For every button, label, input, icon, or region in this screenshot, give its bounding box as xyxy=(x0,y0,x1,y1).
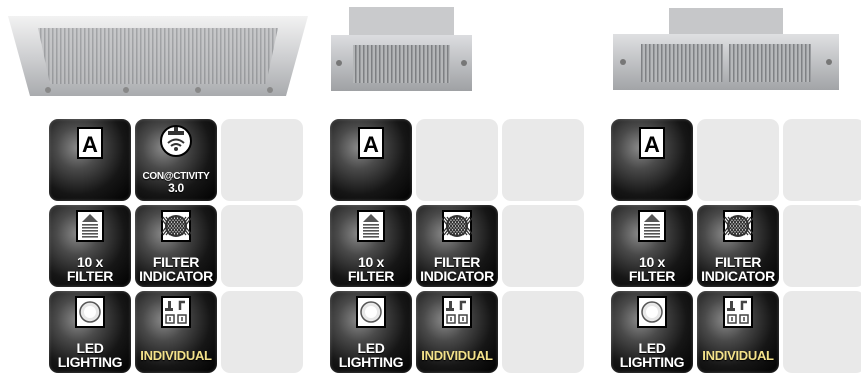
feature-label: INDIVIDUAL xyxy=(140,348,212,363)
feature-tile-auto: AA xyxy=(49,119,131,201)
feature-label-line2: 3.0 xyxy=(168,181,184,195)
feature-label-line1: FILTER xyxy=(433,254,481,270)
feature-label-line2: INDICATOR xyxy=(701,268,775,284)
feature-label-line1: 10 x xyxy=(76,254,104,270)
empty-feature-slot xyxy=(502,205,584,287)
feature-tile-individual: INDIVIDUAL xyxy=(135,291,217,373)
empty-feature-slot xyxy=(416,119,498,201)
feature-tile-filter: 10 x FILTER xyxy=(611,205,693,287)
feature-label-line1: LED xyxy=(76,340,104,356)
wifi-hood-icon xyxy=(159,124,193,163)
filter-stack-icon xyxy=(76,210,104,247)
feature-label: INDIVIDUAL xyxy=(421,348,493,363)
feature-label-line2: FILTER xyxy=(347,268,395,284)
empty-feature-slot xyxy=(221,205,303,287)
feature-tile-auto: AA xyxy=(611,119,693,201)
feature-label-line2: INDICATOR xyxy=(420,268,494,284)
feature-label-line2: LIGHTING xyxy=(619,354,685,370)
ceiling-hood-wide-image xyxy=(8,16,308,96)
individual-controls-icon xyxy=(161,296,191,333)
feature-tile-auto: AA xyxy=(330,119,412,201)
svg-text:A: A xyxy=(644,132,660,157)
ceiling-hood-medium-image xyxy=(613,8,839,90)
feature-label-line1: 10 x xyxy=(357,254,385,270)
led-light-icon xyxy=(637,296,667,333)
led-light-icon xyxy=(75,296,105,333)
individual-controls-icon xyxy=(723,296,753,333)
svg-text:A: A xyxy=(363,132,379,157)
filter-grid-icon xyxy=(159,210,193,247)
feature-label-line2: LIGHTING xyxy=(338,354,404,370)
empty-feature-slot xyxy=(221,119,303,201)
feature-label-line1: FILTER xyxy=(152,254,200,270)
feature-tile-filter: 10 x FILTER xyxy=(49,205,131,287)
ceiling-hood-small-image xyxy=(331,7,472,91)
empty-feature-slot xyxy=(783,119,861,201)
feature-label-line1: LED xyxy=(357,340,385,356)
auto-a-icon: A xyxy=(77,127,103,164)
feature-label-line1: FILTER xyxy=(714,254,762,270)
feature-tile-individual: INDIVIDUAL xyxy=(416,291,498,373)
feature-label-line2: FILTER xyxy=(66,268,114,284)
feature-label-line2: INDICATOR xyxy=(139,268,213,284)
auto-a-icon: A xyxy=(358,127,384,164)
empty-feature-slot xyxy=(783,291,861,373)
empty-feature-slot xyxy=(502,291,584,373)
feature-tile-indicator: FILTER INDICATOR xyxy=(697,205,779,287)
feature-label-line1: 10 x xyxy=(638,254,666,270)
empty-feature-slot xyxy=(697,119,779,201)
feature-tile-led: LED LIGHTING xyxy=(49,291,131,373)
led-light-icon xyxy=(356,296,386,333)
filter-grid-icon xyxy=(721,210,755,247)
feature-label-line2: FILTER xyxy=(628,268,676,284)
feature-tile-indicator: FILTER INDICATOR xyxy=(416,205,498,287)
feature-tile-led: LED LIGHTING xyxy=(611,291,693,373)
feature-label-line2: LIGHTING xyxy=(57,354,123,370)
feature-label-line1: LED xyxy=(638,340,666,356)
empty-feature-slot xyxy=(502,119,584,201)
empty-feature-slot xyxy=(783,205,861,287)
svg-text:A: A xyxy=(82,132,98,157)
empty-feature-slot xyxy=(221,291,303,373)
filter-stack-icon xyxy=(638,210,666,247)
feature-tile-led: LED LIGHTING xyxy=(330,291,412,373)
auto-a-icon: A xyxy=(639,127,665,164)
feature-tile-individual: INDIVIDUAL xyxy=(697,291,779,373)
filter-grid-icon xyxy=(440,210,474,247)
feature-tile-indicator: FILTER INDICATOR xyxy=(135,205,217,287)
filter-stack-icon xyxy=(357,210,385,247)
feature-tile-connectivity: CON@CTIVITY 3.0 xyxy=(135,119,217,201)
individual-controls-icon xyxy=(442,296,472,333)
feature-label: INDIVIDUAL xyxy=(702,348,774,363)
feature-tile-filter: 10 x FILTER xyxy=(330,205,412,287)
